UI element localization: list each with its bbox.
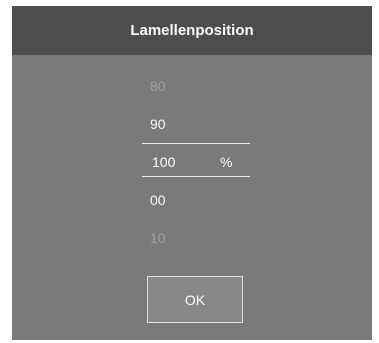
slat-position-dialog: Lamellenposition 80 90 100 % 00 10 OK [12,6,372,340]
picker-selected-value[interactable]: 100 [152,150,212,174]
picker-option-00[interactable]: 00 [150,188,210,212]
picker-option-80[interactable]: 80 [150,74,210,98]
picker-option-90[interactable]: 90 [150,112,210,136]
picker-unit-label: % [220,154,233,170]
picker-selection-bottom-line [142,176,250,177]
dialog-title: Lamellenposition [130,22,254,39]
ok-button-label: OK [184,291,206,308]
picker-option-10[interactable]: 10 [150,226,210,250]
percentage-picker[interactable]: 80 90 100 % 00 10 [142,70,252,250]
ok-button[interactable]: OK [147,276,243,323]
picker-selection-top-line [142,143,250,144]
dialog-header: Lamellenposition [12,6,372,55]
